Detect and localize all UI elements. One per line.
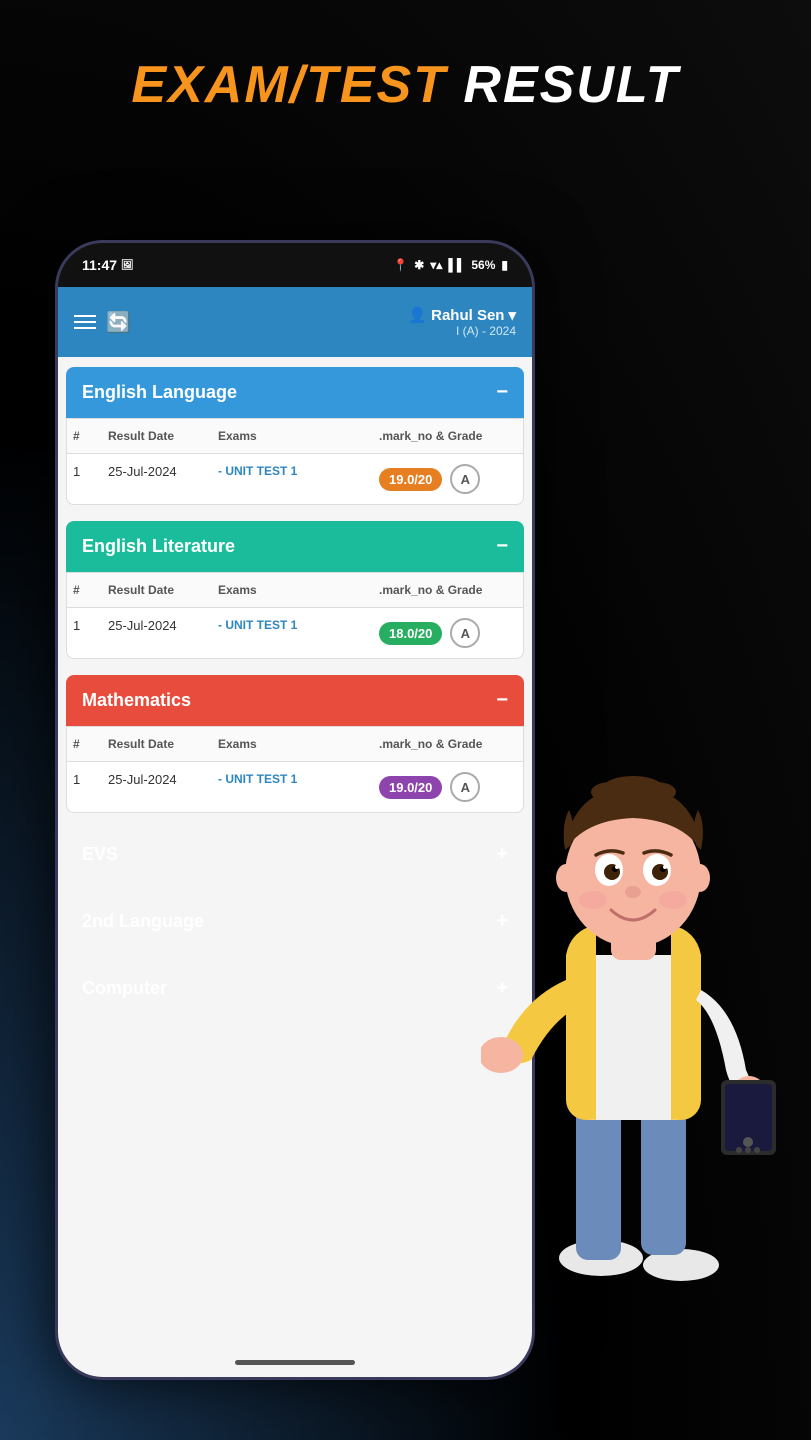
col-mark-grade: .mark_no & Grade (373, 419, 523, 453)
result-table-english-language: # Result Date Exams .mark_no & Grade 1 2… (66, 418, 524, 505)
battery-icon: ▮ (501, 258, 508, 272)
page-title: EXAM/TEST RESULT (0, 55, 811, 115)
app-header: 🔄 👤 Rahul Sen ▾ I (A) - 2024 (58, 287, 532, 357)
table-row-lit: 1 25-Jul-2024 - UNIT TEST 1 18.0/20 A (67, 608, 523, 658)
user-name: 👤 Rahul Sen ▾ (408, 306, 516, 324)
wifi-icon: ▾▴ (430, 258, 442, 272)
col-mark-grade-lit: .mark_no & Grade (373, 573, 523, 607)
subject-title-english-language: English Language (82, 382, 237, 403)
mark-badge-math: 19.0/20 (379, 776, 442, 799)
row-mark-grade-lit: 18.0/20 A (373, 608, 523, 658)
location-icon: 📍 (393, 258, 408, 272)
col-date-lit: Result Date (102, 573, 212, 607)
row-num-lit: 1 (67, 608, 102, 658)
subject-toggle-english-language: − (496, 381, 508, 404)
mark-badge-lit: 18.0/20 (379, 622, 442, 645)
row-date-lit: 25-Jul-2024 (102, 608, 212, 658)
subject-title-english-literature: English Literature (82, 536, 235, 557)
col-num-math: # (67, 727, 102, 761)
col-exams-math: Exams (212, 727, 373, 761)
row-exam-lit: - UNIT TEST 1 (212, 608, 373, 658)
subject-toggle-mathematics: − (496, 689, 508, 712)
row-date: 25-Jul-2024 (102, 454, 212, 504)
dropdown-icon: ▾ (508, 306, 516, 324)
row-date-math: 25-Jul-2024 (102, 762, 212, 812)
mark-badge: 19.0/20 (379, 468, 442, 491)
collapsed-section-2nd-language[interactable]: 2nd Language + (66, 896, 524, 947)
subject-section-mathematics: Mathematics − # Result Date Exams .mark_… (66, 675, 524, 813)
collapsed-section-computer[interactable]: Computer + (66, 963, 524, 1014)
row-exam: - UNIT TEST 1 (212, 454, 373, 504)
table-row: 1 25-Jul-2024 - UNIT TEST 1 19.0/20 A (67, 454, 523, 504)
title-white: RESULT (447, 56, 680, 114)
row-num: 1 (67, 454, 102, 504)
subject-toggle-english-literature: − (496, 535, 508, 558)
table-row-math: 1 25-Jul-2024 - UNIT TEST 1 19.0/20 A (67, 762, 523, 812)
phone-frame: 11:47 🖼 📍 ✱ ▾▴ ▌▌ 56% ▮ 🔄 👤 Rahul Sen ▾ … (55, 240, 535, 1380)
subject-header-mathematics[interactable]: Mathematics − (66, 675, 524, 726)
table-header-row-math: # Result Date Exams .mark_no & Grade (67, 727, 523, 762)
character-illustration (481, 710, 811, 1310)
row-num-math: 1 (67, 762, 102, 812)
collapsed-title-2nd-language: 2nd Language (82, 911, 204, 932)
col-num: # (67, 419, 102, 453)
row-mark-grade: 19.0/20 A (373, 454, 523, 504)
header-right: 👤 Rahul Sen ▾ I (A) - 2024 (408, 306, 516, 338)
status-time: 11:47 🖼 (82, 257, 134, 273)
user-class: I (A) - 2024 (408, 324, 516, 338)
status-bar: 11:47 🖼 📍 ✱ ▾▴ ▌▌ 56% ▮ (58, 243, 532, 287)
col-exams: Exams (212, 419, 373, 453)
col-date-math: Result Date (102, 727, 212, 761)
title-orange: EXAM/TEST (131, 56, 447, 114)
subject-title-mathematics: Mathematics (82, 690, 191, 711)
row-exam-math: - UNIT TEST 1 (212, 762, 373, 812)
grade-circle: A (450, 464, 480, 494)
home-indicator (235, 1360, 355, 1365)
table-header-row-lit: # Result Date Exams .mark_no & Grade (67, 573, 523, 608)
subject-header-english-literature[interactable]: English Literature − (66, 521, 524, 572)
header-left: 🔄 (74, 310, 131, 335)
grade-circle-lit: A (450, 618, 480, 648)
collapsed-section-evs[interactable]: EVS + (66, 829, 524, 880)
collapsed-title-evs: EVS (82, 844, 118, 865)
refresh-button[interactable]: 🔄 (106, 310, 131, 335)
col-date: Result Date (102, 419, 212, 453)
phone-screen: English Language − # Result Date Exams .… (58, 357, 532, 1377)
result-table-mathematics: # Result Date Exams .mark_no & Grade 1 2… (66, 726, 524, 813)
subject-section-english-literature: English Literature − # Result Date Exams… (66, 521, 524, 659)
subject-header-english-language[interactable]: English Language − (66, 367, 524, 418)
col-num-lit: # (67, 573, 102, 607)
status-icons: 📍 ✱ ▾▴ ▌▌ 56% ▮ (393, 258, 508, 272)
collapsed-title-computer: Computer (82, 978, 167, 999)
user-icon: 👤 (408, 306, 427, 324)
col-exams-lit: Exams (212, 573, 373, 607)
table-header-row: # Result Date Exams .mark_no & Grade (67, 419, 523, 454)
grade-circle-math: A (450, 772, 480, 802)
signal-icon: ▌▌ (448, 258, 465, 272)
subject-section-english-language: English Language − # Result Date Exams .… (66, 367, 524, 505)
hamburger-menu[interactable] (74, 315, 96, 329)
bluetooth-icon: ✱ (414, 258, 424, 272)
result-table-english-literature: # Result Date Exams .mark_no & Grade 1 2… (66, 572, 524, 659)
